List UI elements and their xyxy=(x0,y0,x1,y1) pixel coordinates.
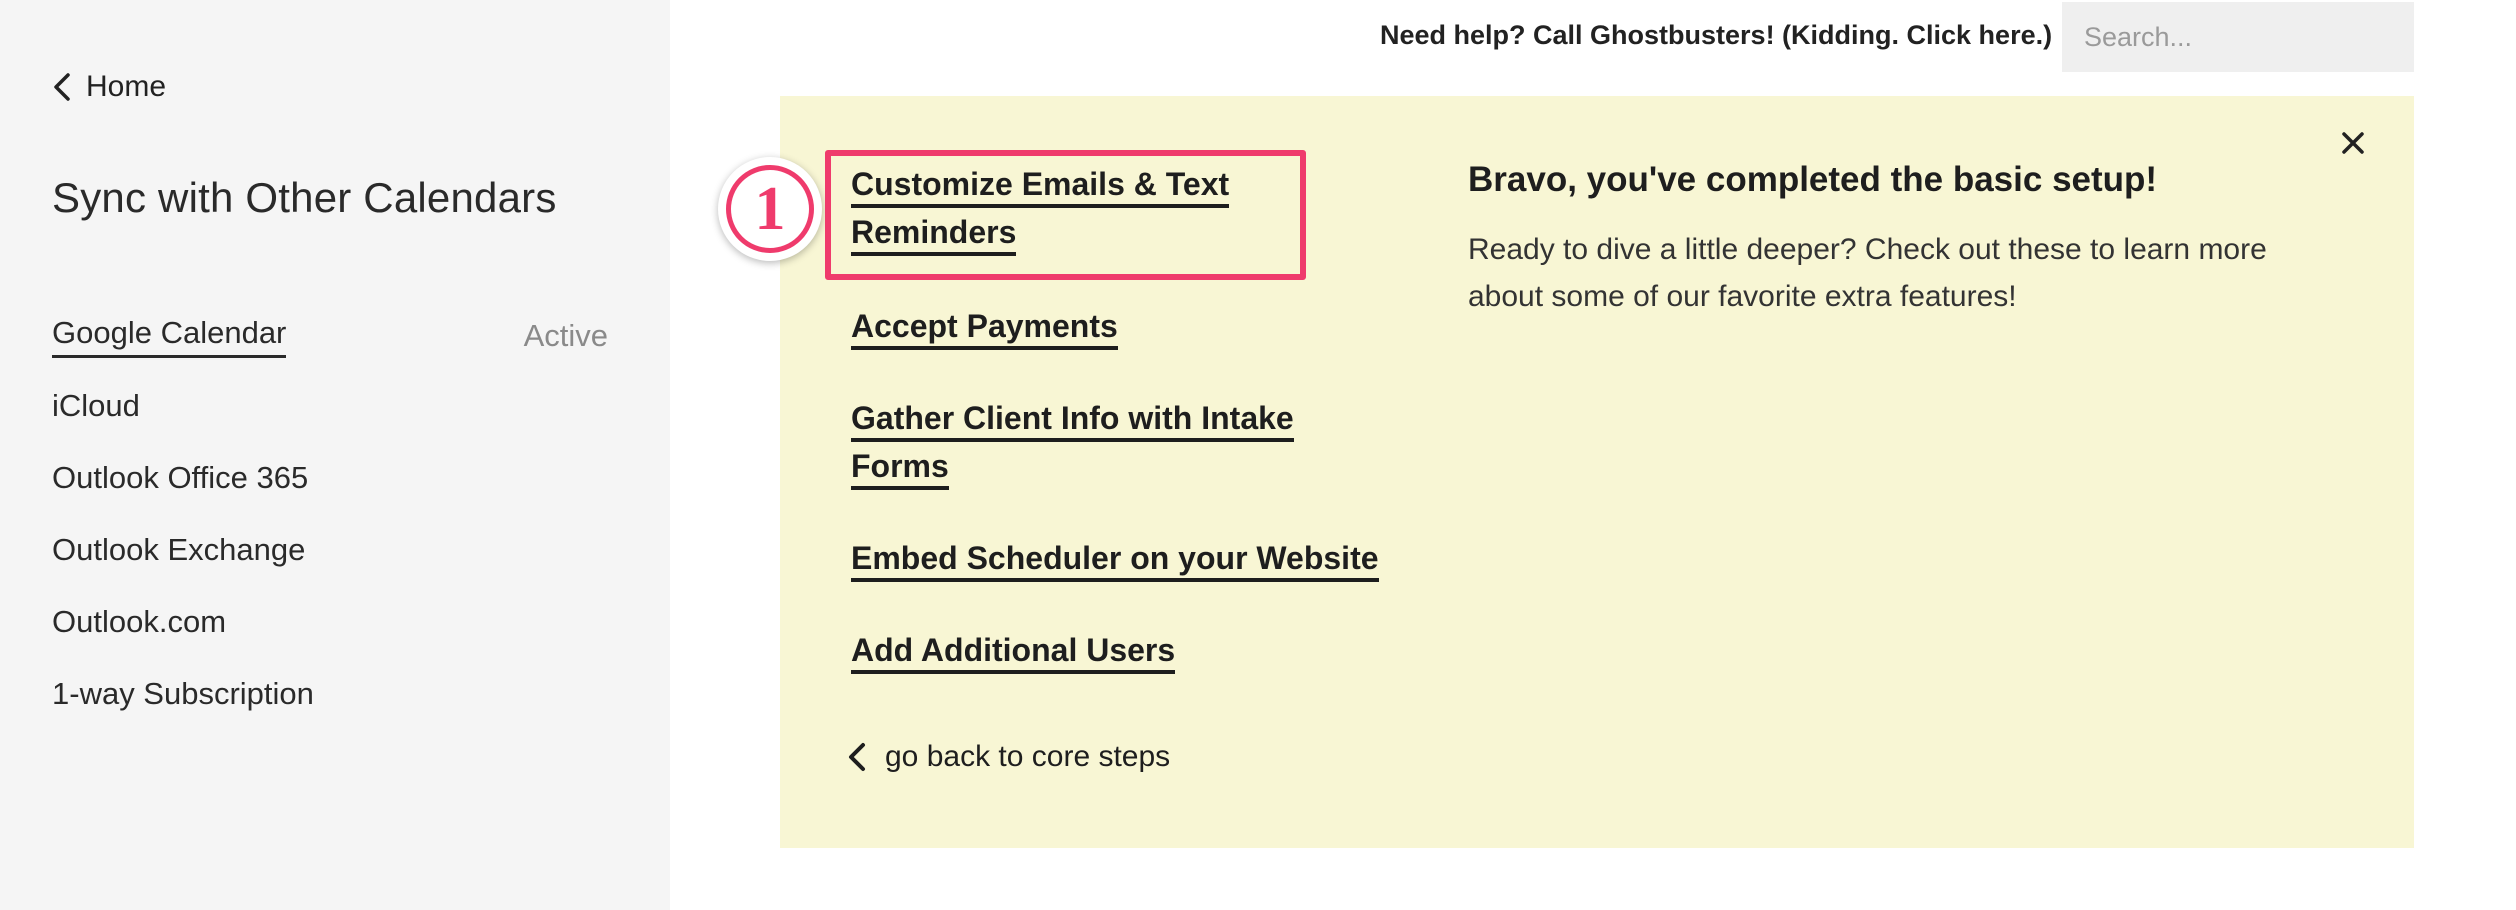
step-link-customize-emails[interactable]: Customize Emails & Text Reminders xyxy=(851,160,1230,256)
step-link-add-users[interactable]: Add Additional Users xyxy=(851,626,1176,674)
step-link-intake-forms[interactable]: Gather Client Info with Intake Forms xyxy=(851,394,1294,490)
search-box[interactable] xyxy=(2062,2,2438,72)
bravo-text: Ready to dive a little deeper? Check out… xyxy=(1468,233,2267,313)
sidebar-item-google-calendar[interactable]: Google Calendar Active xyxy=(52,300,608,372)
bravo-title: Bravo, you've completed the basic setup! xyxy=(1468,160,2158,199)
step-label-line1: Accept Payments xyxy=(851,308,1118,350)
step-number-badge: 1 xyxy=(718,157,822,261)
sidebar-item-label: Google Calendar xyxy=(52,315,287,358)
chevron-left-icon xyxy=(54,73,70,101)
help-link[interactable]: Need help? Call Ghostbusters! (Kidding. … xyxy=(1380,20,2052,51)
sidebar-item-icloud[interactable]: iCloud xyxy=(52,372,608,444)
go-back-label: go back to core steps xyxy=(885,740,1171,773)
step-label-line2: Reminders xyxy=(851,214,1017,256)
step-label-line1: Add Additional Users xyxy=(851,632,1176,674)
step-label-line2: Forms xyxy=(851,448,949,490)
sidebar-item-label: 1-way Subscription xyxy=(52,676,314,711)
sidebar-item-label: iCloud xyxy=(52,388,140,423)
sidebar-item-outlook-office-365[interactable]: Outlook Office 365 xyxy=(52,444,608,516)
step-label-line1: Embed Scheduler on your Website xyxy=(851,540,1379,582)
close-icon[interactable] xyxy=(2336,126,2370,160)
sidebar-item-label: Outlook Office 365 xyxy=(52,460,309,495)
home-back-link[interactable]: Home xyxy=(52,70,166,104)
sidebar: Home Sync with Other Calendars Google Ca… xyxy=(0,0,670,910)
chevron-left-icon xyxy=(849,743,865,771)
status-badge: Active xyxy=(523,318,608,353)
step-link-accept-payments[interactable]: Accept Payments xyxy=(851,302,1118,350)
step-number: 1 xyxy=(726,165,814,253)
sidebar-item-1-way-subscription[interactable]: 1-way Subscription xyxy=(52,660,608,732)
home-label: Home xyxy=(86,70,167,103)
search-input[interactable] xyxy=(2084,21,2438,53)
step-label-line1: Gather Client Info with Intake xyxy=(851,400,1294,442)
sidebar-item-outlook-com[interactable]: Outlook.com xyxy=(52,588,608,660)
sidebar-item-label: Outlook Exchange xyxy=(52,532,306,567)
sidebar-item-outlook-exchange[interactable]: Outlook Exchange xyxy=(52,516,608,588)
sidebar-title: Sync with Other Calendars xyxy=(52,174,557,221)
step-link-embed-scheduler[interactable]: Embed Scheduler on your Website xyxy=(851,534,1379,582)
sidebar-item-label: Outlook.com xyxy=(52,604,227,639)
go-back-link[interactable]: go back to core steps xyxy=(847,740,1170,774)
calendar-list: Google Calendar Active iCloud Outlook Of… xyxy=(52,300,608,732)
step-label-line1: Customize Emails & Text xyxy=(851,166,1230,208)
